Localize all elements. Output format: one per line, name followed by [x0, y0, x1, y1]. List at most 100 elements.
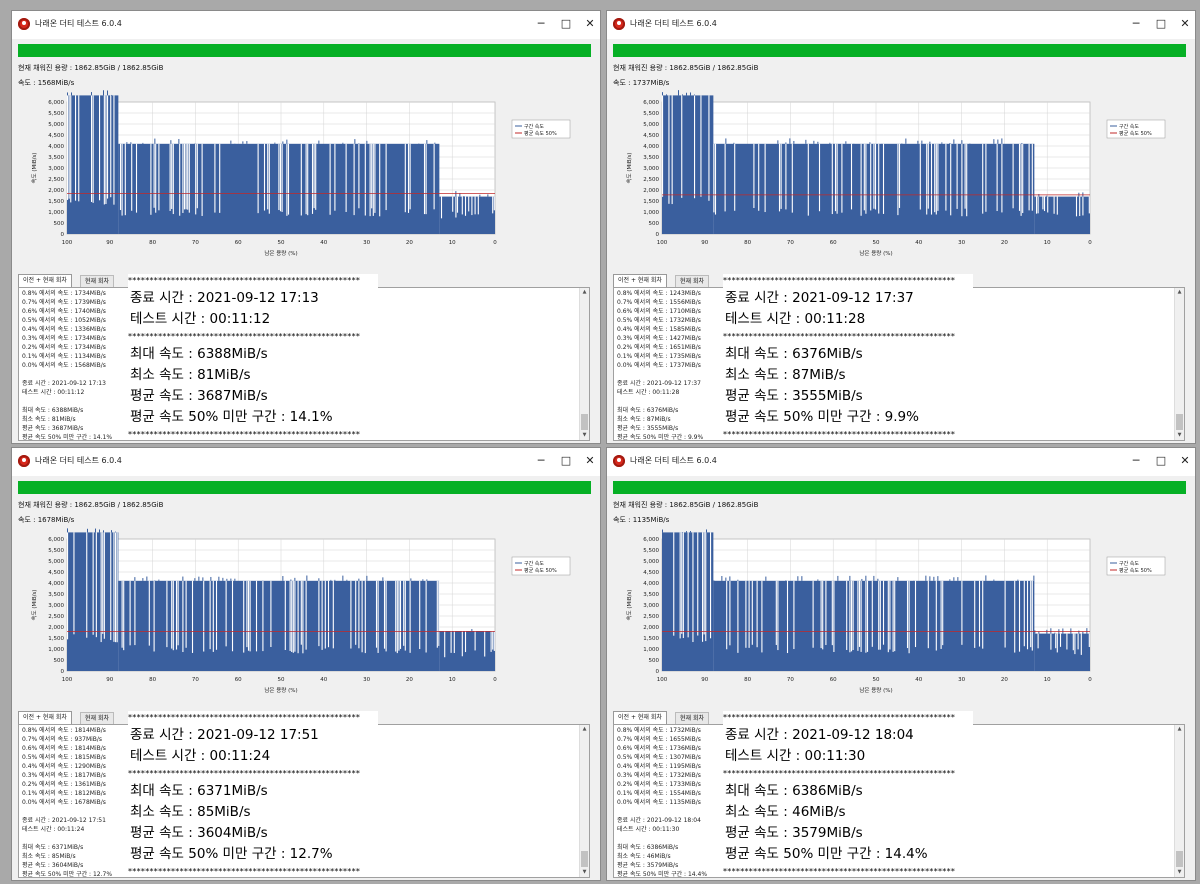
peak-spike [487, 194, 489, 197]
peak-spike [801, 576, 803, 581]
scroll-thumb[interactable] [581, 851, 588, 867]
maximize-button[interactable]: □ [1149, 15, 1173, 33]
dip-spike [73, 532, 75, 635]
log-scrollbar[interactable]: ▲ ▼ [1174, 288, 1184, 440]
dip-spike [1082, 196, 1084, 216]
dip-spike [697, 532, 699, 636]
dip-spike [1072, 633, 1074, 651]
peak-spike [725, 577, 727, 581]
log-scrollbar[interactable]: ▲ ▼ [579, 725, 589, 877]
dip-spike [158, 143, 160, 211]
scroll-down-icon[interactable]: ▼ [1175, 868, 1184, 877]
dip-spike [121, 580, 123, 648]
peak-spike [793, 140, 795, 144]
dip-spike [155, 143, 157, 213]
peak-spike [342, 575, 344, 581]
minimize-button[interactable]: ─ [1124, 15, 1148, 33]
close-button[interactable]: ✕ [1173, 15, 1195, 33]
dip-spike [231, 580, 234, 652]
maximize-button[interactable]: □ [1149, 452, 1173, 470]
close-button[interactable]: ✕ [578, 452, 600, 470]
log-line: 0.8% 에서의 속도 : 1243MiB/s [617, 290, 701, 297]
tab-cumulative[interactable]: 이전 + 현재 회차 [18, 274, 72, 288]
dip-spike [153, 580, 155, 652]
scroll-up-icon[interactable]: ▲ [1175, 288, 1184, 297]
tab-cumulative[interactable]: 이전 + 현재 회차 [18, 711, 72, 725]
peak-spike [993, 139, 995, 144]
series-bar [439, 631, 495, 671]
dip-spike [1074, 633, 1076, 655]
x-tick-label: 70 [192, 677, 199, 683]
y-tick-label: 2,000 [48, 625, 64, 631]
log-scrollbar[interactable]: ▲ ▼ [1174, 725, 1184, 877]
x-tick-label: 30 [363, 677, 370, 683]
log-line: 0.7% 에서의 속도 : 1556MiB/s [617, 299, 701, 306]
scroll-down-icon[interactable]: ▼ [580, 868, 589, 877]
close-button[interactable]: ✕ [1173, 452, 1195, 470]
dip-spike [452, 196, 454, 212]
y-tick-label: 2,500 [48, 177, 64, 183]
x-axis-label: 남은 용량 (%) [264, 249, 297, 257]
scroll-thumb[interactable] [1176, 851, 1183, 867]
peak-spike [282, 141, 284, 144]
scroll-up-icon[interactable]: ▲ [1175, 725, 1184, 734]
title-bar[interactable]: 나래온 더티 테스트 6.0.4 ─ □ ✕ [12, 11, 600, 39]
dip-spike [874, 143, 877, 210]
title-bar[interactable]: 나래온 더티 테스트 6.0.4 ─ □ ✕ [607, 11, 1195, 39]
dip-spike [305, 580, 307, 650]
maximize-button[interactable]: □ [554, 452, 578, 470]
minimize-button[interactable]: ─ [529, 452, 553, 470]
dip-spike [974, 580, 976, 648]
dip-spike [68, 95, 70, 199]
scroll-down-icon[interactable]: ▼ [580, 431, 589, 440]
minimize-button[interactable]: ─ [529, 15, 553, 33]
peak-spike [479, 194, 481, 197]
peak-spike [877, 578, 879, 581]
minimize-button[interactable]: ─ [1124, 452, 1148, 470]
dip-spike [753, 143, 755, 208]
log-line: 평균 속도 50% 미만 구간 : 14.4% [617, 871, 708, 878]
log-line: 0.2% 에서의 속도 : 1361MiB/s [22, 781, 106, 788]
title-bar[interactable]: 나래온 더티 테스트 6.0.4 ─ □ ✕ [607, 448, 1195, 476]
y-tick-label: 2,500 [643, 177, 659, 183]
dip-spike [1037, 633, 1039, 649]
tab-cumulative[interactable]: 이전 + 현재 회차 [613, 711, 667, 725]
maximize-button[interactable]: □ [554, 15, 578, 33]
dip-spike [919, 143, 921, 210]
scroll-up-icon[interactable]: ▲ [580, 725, 589, 734]
peak-spike [130, 142, 132, 144]
x-tick-label: 20 [406, 240, 413, 246]
close-button[interactable]: ✕ [578, 15, 600, 33]
dip-spike [395, 580, 397, 652]
scroll-up-icon[interactable]: ▲ [580, 288, 589, 297]
peak-spike [242, 141, 244, 144]
series-bar [662, 95, 714, 235]
x-axis-label: 남은 용량 (%) [264, 686, 297, 694]
title-bar[interactable]: 나래온 더티 테스트 6.0.4 ─ □ ✕ [12, 448, 600, 476]
dip-spike [710, 532, 712, 639]
dip-spike [930, 143, 933, 215]
y-tick-label: 2,500 [48, 614, 64, 620]
dip-spike [702, 532, 704, 642]
speed-chart: 05001,0001,5002,0002,5003,0003,5004,0004… [625, 90, 1166, 257]
dip-spike [110, 95, 112, 198]
log-scrollbar[interactable]: ▲ ▼ [579, 288, 589, 440]
peak-spike [917, 140, 919, 144]
dip-spike [791, 143, 793, 213]
log-line: 평균 속도 : 3579MiB/s [617, 862, 679, 869]
log-line: 0.8% 에서의 속도 : 1814MiB/s [22, 727, 106, 734]
log-line: 0.6% 에서의 속도 : 1740MiB/s [22, 308, 106, 315]
tab-cumulative[interactable]: 이전 + 현재 회차 [613, 274, 667, 288]
peak-spike [897, 577, 899, 581]
peak-spike [961, 140, 963, 144]
scroll-down-icon[interactable]: ▼ [1175, 431, 1184, 440]
scroll-thumb[interactable] [581, 414, 588, 430]
scroll-thumb[interactable] [1176, 414, 1183, 430]
below-half-text: 평균 속도 50% 미만 구간 : 9.9% [725, 409, 919, 425]
peak-spike [737, 579, 739, 581]
peak-spike [933, 576, 935, 581]
dip-spike [850, 580, 853, 652]
peak-spike [949, 579, 951, 581]
